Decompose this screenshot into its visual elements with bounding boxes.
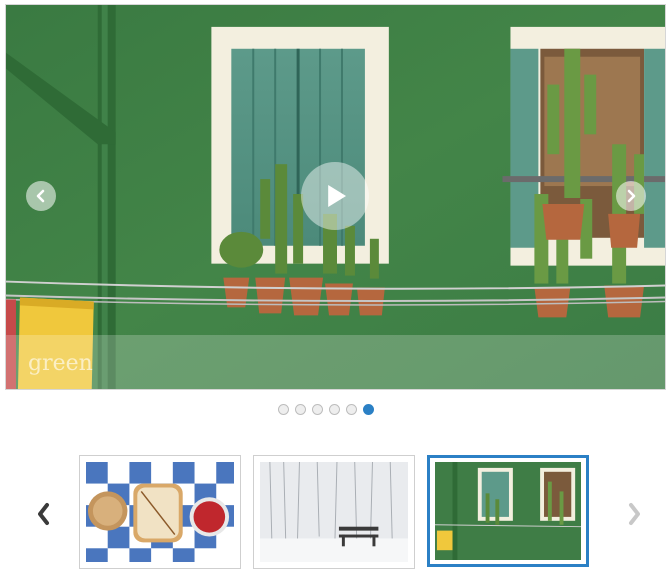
pagination-dot-6-active[interactable]: [363, 404, 374, 415]
chevron-left-icon: [36, 189, 45, 203]
pagination-dot-3[interactable]: [312, 404, 323, 415]
thumbnail-image-green-wall: [435, 462, 581, 560]
thumbnail-snowy-bench[interactable]: [253, 455, 415, 569]
thumbnails-next-button[interactable]: [622, 499, 646, 529]
pagination-dot-1[interactable]: [278, 404, 289, 415]
chevron-right-icon: [627, 189, 636, 203]
slide-next-button[interactable]: [616, 181, 646, 211]
thumbnails-prev-button[interactable]: [32, 499, 56, 529]
pagination-dot-5[interactable]: [346, 404, 357, 415]
chevron-right-icon: [629, 503, 640, 525]
pagination-dot-2[interactable]: [295, 404, 306, 415]
chevron-left-icon: [38, 503, 49, 525]
thumbnail-image-sandwich: [86, 462, 234, 562]
slide-prev-button[interactable]: [26, 181, 56, 211]
slide-caption-bar: green: [6, 335, 665, 389]
thumbnail-image-snow: [260, 462, 408, 562]
pagination-dot-4[interactable]: [329, 404, 340, 415]
slide-pagination: [278, 404, 374, 415]
image-gallery: green: [0, 0, 671, 581]
play-button[interactable]: [301, 162, 369, 230]
main-slide[interactable]: green: [5, 4, 666, 390]
play-icon: [328, 184, 347, 208]
thumbnail-peanut-butter-sandwich[interactable]: [79, 455, 241, 569]
thumbnail-green-wall[interactable]: [427, 455, 589, 567]
slide-caption: green: [28, 351, 93, 376]
